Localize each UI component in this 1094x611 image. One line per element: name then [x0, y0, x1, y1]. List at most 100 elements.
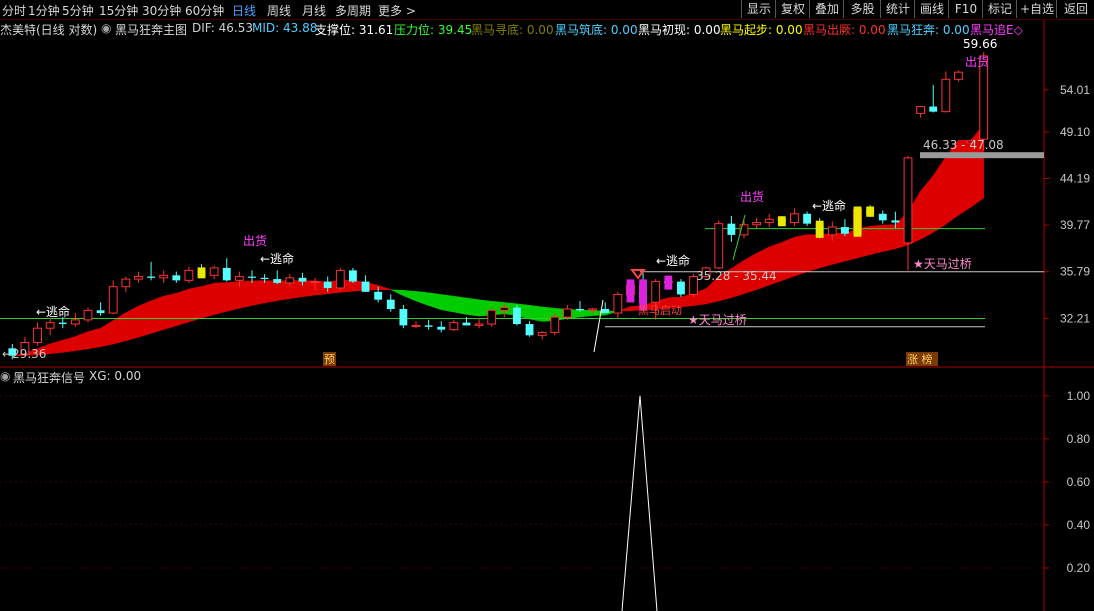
- signal-bar-yellow: [815, 220, 824, 238]
- candle-body-up: [134, 276, 143, 280]
- band-red-segment: [819, 233, 833, 269]
- band-red-segment: [276, 280, 291, 301]
- signal-bar-yellow: [866, 206, 875, 217]
- signal-bar-yellow: [853, 206, 862, 237]
- candle-body-up: [487, 309, 497, 325]
- alert-diamond-icon: [630, 269, 646, 280]
- green-signal-line: [732, 214, 746, 261]
- signal-bar-magenta: [626, 279, 635, 303]
- band-red-segment: [75, 331, 89, 352]
- band-green-segment: [403, 290, 417, 302]
- pre-badge: 预: [324, 353, 335, 366]
- bridge-label: ★天马过桥: [688, 313, 747, 327]
- candle-body-up: [70, 319, 80, 325]
- price-axis-label: 54.01: [1060, 83, 1090, 97]
- candle-body-up: [285, 277, 295, 284]
- candle-body-up: [562, 308, 572, 318]
- band-red-segment: [87, 327, 101, 350]
- candle-body-up: [33, 327, 42, 343]
- sub-indicator-name[interactable]: 黑马狂奔信号: [13, 369, 85, 386]
- candle-body-down: [298, 277, 307, 282]
- white-signal-line: [593, 299, 604, 353]
- candle-body-up: [941, 78, 951, 113]
- candle-body-up: [550, 316, 560, 333]
- range-label: 46.33 - 47.08: [923, 138, 1004, 152]
- sub-axis-label: 0.80: [1067, 432, 1091, 446]
- candle-body-up: [613, 293, 623, 314]
- candle-body-down: [891, 220, 900, 223]
- candle-body-up: [651, 281, 661, 303]
- band-red-segment: [62, 336, 76, 353]
- ship-label: 出货: [740, 189, 764, 204]
- escape-label: ←逃命: [260, 251, 294, 266]
- candle-body-down: [374, 291, 383, 300]
- candle-body-down: [803, 213, 811, 224]
- band-green-segment: [529, 305, 543, 322]
- band-red-segment: [869, 224, 884, 255]
- signal-bar-yellow: [197, 267, 206, 279]
- band-red-segment: [188, 286, 202, 323]
- candle-body-down: [727, 223, 736, 235]
- candle-body-up: [764, 218, 774, 224]
- band-red-segment: [226, 281, 240, 312]
- candle-body-down: [878, 213, 887, 221]
- candle-body-up: [310, 281, 320, 284]
- band-red-segment: [680, 293, 694, 308]
- candle-body-down: [323, 281, 332, 288]
- candle-body-up: [499, 307, 509, 311]
- candle-body-up: [903, 157, 913, 244]
- candle-body-up: [121, 278, 131, 288]
- high-price-label: 59.66: [963, 37, 997, 51]
- band-red-segment: [264, 280, 278, 304]
- price-axis-label: 35.79: [1060, 265, 1090, 279]
- band-green-segment: [466, 297, 480, 317]
- candle-body-down: [386, 299, 395, 309]
- sub-axis-label: 0.60: [1067, 475, 1091, 489]
- kline-chart[interactable]: 54.01 49.10 44.19 39.77 35.79 32.21 ←29.36 59.6…: [0, 0, 1094, 611]
- band-red-segment: [112, 312, 127, 345]
- candle-body-up: [827, 226, 837, 236]
- candle-body-up: [537, 331, 547, 336]
- candle-body-down: [929, 106, 938, 112]
- sub-indicator-value: XG: 0.00: [89, 369, 142, 383]
- low-price-label: ←29.36: [2, 347, 46, 361]
- candle-body-down: [96, 310, 105, 314]
- price-axis-label: 39.77: [1060, 218, 1090, 232]
- signal-bar-magenta: [664, 275, 673, 290]
- candle-body-up: [714, 223, 724, 269]
- band-red-segment: [781, 236, 795, 282]
- candle-body-down: [222, 267, 231, 281]
- candle-body-up: [209, 267, 219, 276]
- band-green-segment: [390, 289, 404, 297]
- price-axis-label: 44.19: [1060, 172, 1090, 186]
- candle-body-up: [184, 269, 194, 281]
- sub-axis-label: 1.00: [1067, 389, 1091, 403]
- start-label: 黑马启动: [638, 304, 682, 317]
- band-red-segment: [239, 280, 253, 309]
- candle-body-up: [411, 324, 421, 327]
- candle-body-down: [677, 281, 685, 295]
- sub-indicator-toggle-icon[interactable]: ◉: [0, 369, 10, 383]
- band-red-segment: [377, 285, 392, 291]
- ship-label: 出货: [243, 233, 267, 248]
- escape-label: ←逃命: [36, 304, 70, 319]
- candle-body-down: [273, 279, 282, 283]
- candle-body-down: [525, 324, 534, 336]
- limit-badge: 涨 榜: [907, 352, 933, 366]
- band-green-segment: [415, 291, 429, 306]
- band-green-segment: [428, 292, 442, 311]
- resistance-bar: [920, 152, 1044, 159]
- candle-body-down: [601, 308, 610, 314]
- band-red-segment: [251, 280, 265, 306]
- candle-body-down: [841, 227, 849, 234]
- candle-body-down: [172, 275, 181, 281]
- candle-body-up: [159, 274, 169, 279]
- candle-body-down: [361, 281, 370, 292]
- band-red-segment: [932, 155, 947, 233]
- sub-axis-label: 0.40: [1067, 518, 1091, 532]
- candle-body-up: [916, 106, 926, 114]
- candle-body-down: [437, 326, 446, 330]
- bridge-label: ★天马过桥: [913, 257, 972, 271]
- band-red-segment: [125, 305, 139, 342]
- candle-body-down: [147, 276, 155, 278]
